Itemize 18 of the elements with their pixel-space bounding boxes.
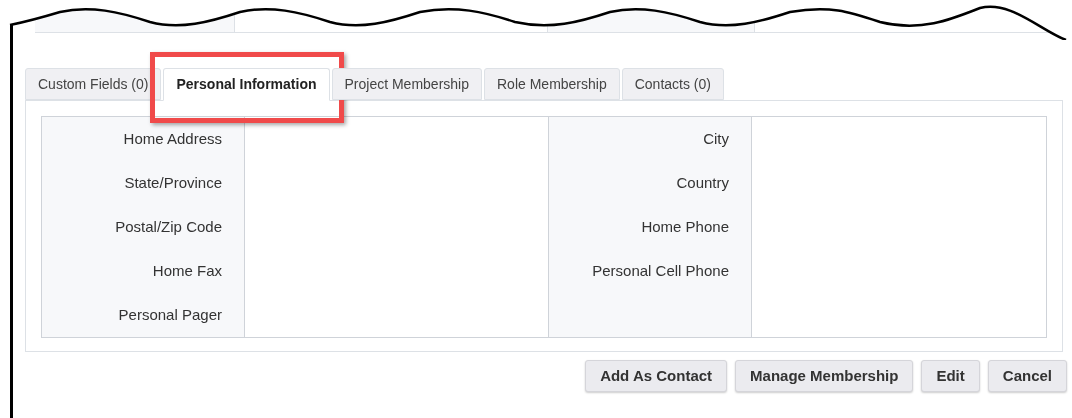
field-label: Home Address [123, 128, 222, 149]
field-label: Personal Cell Phone [592, 260, 729, 281]
field-label: Home Phone [641, 216, 729, 237]
action-button[interactable]: Add As Contact [585, 360, 728, 392]
action-button[interactable]: Manage Membership [735, 360, 914, 392]
field-label: State/Province [124, 172, 222, 193]
field-label: Personal Pager [118, 304, 222, 325]
field-label: Home Fax [152, 260, 222, 281]
tab[interactable]: Project Membership [331, 68, 482, 100]
tab[interactable]: Personal Information [163, 68, 330, 101]
tab[interactable]: Role Membership [484, 68, 620, 100]
field-label: Country [676, 172, 729, 193]
field-label: Postal/Zip Code [115, 216, 222, 237]
field-label: City [703, 128, 729, 149]
tab[interactable]: Contacts (0) [621, 68, 724, 100]
action-button[interactable]: Edit [921, 360, 980, 392]
tab[interactable]: Custom Fields (0) [25, 68, 162, 100]
action-button[interactable]: Cancel [987, 360, 1067, 392]
